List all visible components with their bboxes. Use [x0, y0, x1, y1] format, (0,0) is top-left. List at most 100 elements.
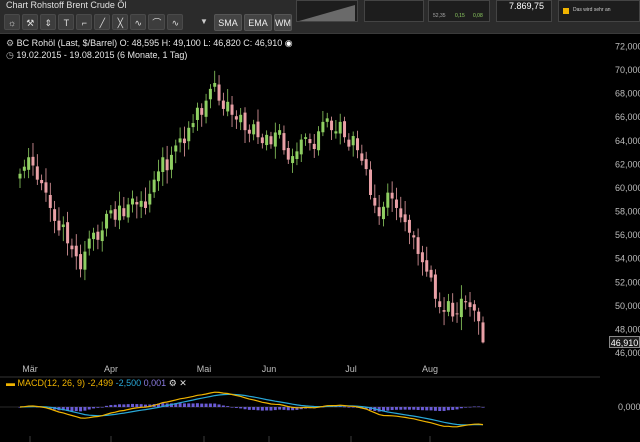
candle-body	[286, 147, 290, 160]
macd-hist-bar	[442, 407, 446, 411]
candle-body	[325, 118, 329, 122]
last-price-label: 46,910	[609, 336, 640, 348]
macd-hist-bar	[472, 406, 476, 408]
macd-hist-bar	[221, 405, 225, 407]
macd-hist-bar	[79, 407, 83, 412]
candle-body	[44, 182, 48, 193]
candle-body	[230, 104, 234, 115]
candle-body	[239, 114, 243, 123]
macd-hist-bar	[252, 407, 256, 410]
eye-icon[interactable]: ◉	[285, 38, 293, 48]
candle-body	[79, 254, 83, 270]
candle-body	[282, 133, 286, 151]
candle-body	[221, 100, 225, 109]
instrument-label: BC Rohöl (Last, $/Barrel)	[16, 38, 118, 48]
y-tick-label: 72,000	[615, 41, 640, 51]
candle-body	[208, 88, 212, 100]
x-tick-label: Mär	[22, 364, 38, 374]
candle-body	[243, 112, 247, 131]
candle-body	[256, 121, 260, 138]
y-tick-label: 70,000	[615, 65, 640, 75]
macd-value-1: -2,499	[87, 378, 114, 388]
macd-hist-bar	[87, 407, 91, 410]
candle-body	[135, 202, 139, 205]
macd-hist-bar	[399, 407, 403, 410]
candle-body	[468, 302, 472, 308]
macd-value-3: 0,001	[143, 378, 167, 388]
macd-hist-bar	[191, 403, 195, 407]
macd-hist-bar	[234, 407, 238, 408]
candle-body	[425, 260, 429, 272]
macd-hist-bar	[351, 407, 355, 408]
macd-hist-bar	[135, 404, 139, 407]
candle-body	[70, 245, 74, 250]
macd-hist-bar	[429, 407, 433, 411]
candle-body	[187, 127, 191, 142]
x-tick-label: Aug	[422, 364, 438, 374]
candle-body	[191, 123, 195, 128]
candle-body	[260, 137, 264, 144]
macd-hist-bar	[265, 407, 269, 411]
macd-hist-bar	[200, 403, 204, 407]
candle-body	[308, 139, 312, 144]
candle-body	[265, 134, 269, 146]
macd-hist-bar	[126, 404, 130, 407]
candle-body	[131, 198, 135, 205]
y-tick-label: 58,000	[615, 207, 640, 217]
candle-body	[442, 310, 446, 312]
candle-body	[118, 205, 122, 221]
candle-body	[83, 251, 87, 270]
candle-body	[148, 193, 152, 205]
candle-body	[126, 204, 130, 218]
candle-body	[416, 237, 420, 254]
candle-body	[57, 220, 61, 231]
y-tick-label: 66,000	[615, 112, 640, 122]
macd-hist-bar	[256, 407, 260, 411]
candle-body	[373, 197, 377, 206]
macd-hist-bar	[122, 404, 126, 407]
macd-hist-bar	[282, 407, 286, 410]
candle-body	[35, 166, 39, 180]
macd-hist-bar	[96, 407, 100, 408]
candle-body	[377, 207, 381, 217]
macd-hist-bar	[204, 403, 208, 407]
macd-hist-bar	[109, 405, 113, 407]
candle-body	[399, 208, 403, 218]
macd-hist-bar	[416, 407, 420, 410]
y-tick-label: 64,000	[615, 136, 640, 146]
macd-hist-bar	[433, 407, 437, 411]
macd-hist-bar	[139, 404, 143, 407]
candle-body	[278, 130, 282, 135]
candle-body	[360, 153, 364, 161]
candle-body	[143, 201, 147, 208]
y-tick-label: 50,000	[615, 301, 640, 311]
macd-hist-bar	[407, 407, 411, 410]
macd-hist-bar	[74, 407, 78, 412]
settings-icon[interactable]: ⚙	[169, 378, 177, 388]
macd-hist-bar	[92, 407, 96, 409]
candle-body	[204, 100, 208, 117]
candle-body	[459, 298, 463, 318]
candle-body	[40, 179, 44, 184]
macd-hist-bar	[278, 407, 282, 410]
candle-body	[200, 108, 204, 115]
clock-icon: ◷	[6, 50, 14, 60]
macd-hist-bar	[451, 407, 455, 410]
candle-body	[252, 124, 256, 135]
macd-hist-bar	[243, 407, 247, 410]
macd-hist-bar	[195, 403, 199, 407]
settings-icon[interactable]: ⚙	[6, 38, 14, 48]
close-icon[interactable]: ✕	[179, 378, 187, 388]
candle-body	[356, 138, 360, 151]
x-tick-label: Mai	[197, 364, 212, 374]
macd-hist-bar	[438, 407, 442, 412]
candle-body	[330, 120, 334, 131]
candle-body	[269, 136, 273, 145]
candle-body	[394, 199, 398, 208]
macd-hist-bar	[213, 403, 217, 407]
macd-hist-bar	[131, 403, 135, 407]
price-chart[interactable]: 72,000 70,000 68,000 66,000 64,000 62,000 60,0…	[0, 0, 640, 442]
candle-body	[61, 224, 65, 228]
candle-body	[165, 159, 169, 171]
candle-body	[27, 157, 31, 170]
